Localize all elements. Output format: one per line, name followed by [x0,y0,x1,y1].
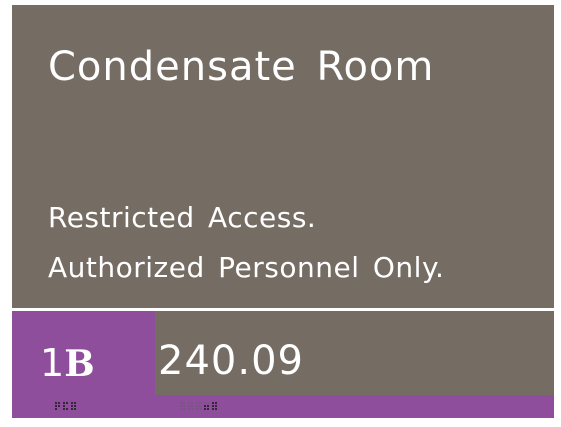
braille-level-code [55,402,76,412]
room-sign: Condensate Room Restricted Access. Autho… [12,5,554,418]
level-letter: B [64,343,95,385]
room-number: 240.09 [158,338,304,384]
braille-room-number [180,402,217,412]
notice-line-restricted: Restricted Access. [48,201,317,234]
access-notice: Restricted Access. Authorized Personnel … [48,193,444,293]
level-code: 1B [40,341,95,386]
level-number: 1 [40,341,65,385]
room-name: Condensate Room [48,44,435,90]
notice-line-authorized: Authorized Personnel Only. [48,251,445,284]
